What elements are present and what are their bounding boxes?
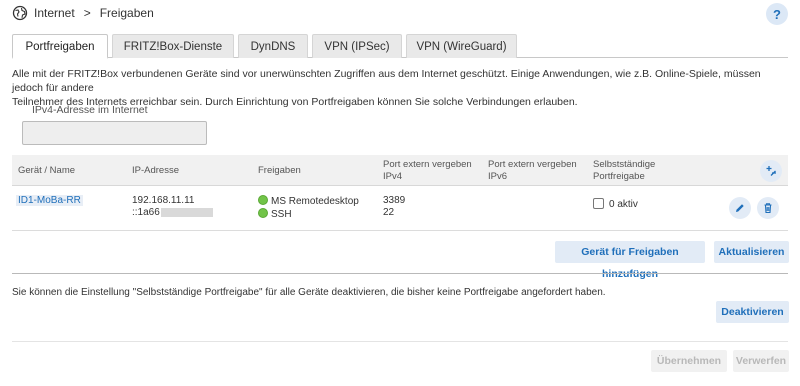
help-button[interactable]: ? [766,3,788,25]
ipv6-prefix: ::1a66 [132,207,160,218]
self-portfreigabe-label: 0 aktiv [609,199,638,210]
breadcrumb-separator: > [83,6,91,20]
status-green-icon [258,208,268,218]
header-ip: IP-Adresse [132,165,179,176]
apply-button[interactable]: Übernehmen [651,350,727,372]
delete-button[interactable] [757,197,779,219]
pencil-icon [736,204,744,212]
device-name[interactable]: ID1-MoBa-RR [16,195,83,206]
port-ipv4-cell: 3389 22 [383,195,405,219]
status-green-icon [258,195,268,205]
ipv4-address-field [22,121,207,145]
tab-bar: Portfreigaben FRITZ!Box-Dienste DynDNS V… [12,34,788,59]
header-port-ipv6: Port extern vergeben IPv6 [488,159,577,183]
ipv4-label: IPv4-Adresse im Internet [32,104,148,116]
deactivate-button[interactable]: Deaktivieren [716,301,789,323]
tab-vpn-wireguard[interactable]: VPN (WireGuard) [406,34,517,58]
header-port-ipv4: Port extern vergeben IPv4 [383,159,472,183]
share-item: SSH [258,208,359,221]
tab-dyndns[interactable]: DynDNS [238,34,308,58]
intro-line-1: Alle mit der FRITZ!Box verbundenen Gerät… [12,68,761,94]
edit-button[interactable] [729,197,751,219]
breadcrumb-current: Freigaben [99,6,154,20]
tab-portfreigaben[interactable]: Portfreigaben [12,34,108,59]
discard-button[interactable]: Verwerfen [733,350,789,372]
header-self-line1: Selbstständige [593,159,656,170]
tab-vpn-ipsec[interactable]: VPN (IPSec) [312,34,402,58]
header-device: Gerät / Name [18,165,76,176]
header-port-ipv4-line2: IPv4 [383,171,403,182]
table-row: ID1-MoBa-RR 192.168.11.11 ::1a66 MS Remo… [12,186,788,231]
refresh-button[interactable]: Aktualisieren [714,241,789,263]
footer-divider [12,341,788,342]
device-name-link[interactable]: ID1-MoBa-RR [16,195,83,207]
table-header: Gerät / Name IP-Adresse Freigaben Port e… [12,155,788,186]
globe-icon [12,5,28,21]
header-port-ipv6-line2: IPv6 [488,171,508,182]
add-device-button[interactable]: Gerät für Freigaben hinzufügen [555,241,705,280]
breadcrumb: Internet > Freigaben [12,4,154,22]
header-self-line2: Portfreigabe [593,171,645,182]
ipv4-value: 192.168.11.11 [132,195,195,206]
intro-text: Alle mit der FRITZ!Box verbundenen Gerät… [12,67,792,109]
share-item: MS Remotedesktop [258,195,359,208]
shares-cell: MS Remotedesktop SSH [258,195,359,221]
self-portfreigabe-checkbox[interactable] [593,198,604,209]
share-label: MS Remotedesktop [271,196,359,207]
header-self-portfreigabe: Selbstständige Portfreigabe [593,159,655,183]
ipv6-value: ::1a66 [132,207,213,219]
share-label: SSH [271,209,292,220]
plus-minus-icon [766,166,776,176]
deactivate-note: Sie können die Einstellung "Selbstständi… [12,287,606,298]
header-shares: Freigaben [258,165,301,176]
header-port-ipv6-line1: Port extern vergeben [488,159,577,170]
tab-fritzbox-dienste[interactable]: FRITZ!Box-Dienste [112,34,234,58]
sort-toggle-button[interactable] [760,160,782,182]
redacted-ipv6 [160,207,213,217]
port-value: 22 [383,207,395,218]
port-value: 3389 [383,195,406,206]
self-portfreigabe-cell: 0 aktiv [593,198,638,211]
header-port-ipv4-line1: Port extern vergeben [383,159,472,170]
section-divider [12,273,788,274]
breadcrumb-parent[interactable]: Internet [34,6,75,20]
ip-address-cell: 192.168.11.11 ::1a66 [132,195,213,219]
trash-icon [764,203,772,214]
